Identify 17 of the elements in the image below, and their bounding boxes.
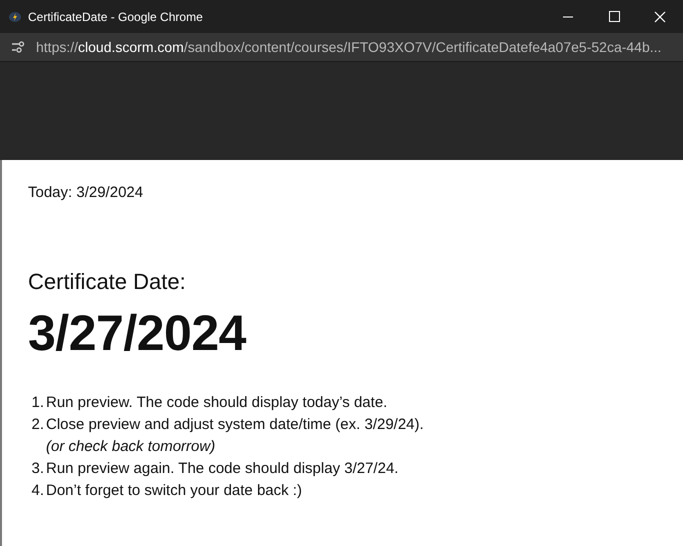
certificate-date: 3/27/2024 xyxy=(28,308,248,358)
certificate-heading: Certificate Date: xyxy=(28,268,187,296)
step-text: Close preview and adjust system date/time (ex. 3/29/24). xyxy=(46,414,424,434)
maximize-icon xyxy=(608,11,620,22)
step-number: 2. xyxy=(30,414,44,434)
close-icon xyxy=(654,10,666,22)
step-note: (or check back tomorrow) xyxy=(46,436,216,456)
cloud-bolt-icon xyxy=(8,10,22,24)
step-number: 3. xyxy=(30,458,44,478)
step-text: Run preview again. The code should display 3/27/24. xyxy=(46,458,398,478)
step-text: Don’t forget to switch your date back :) xyxy=(46,480,302,500)
window-title: CertificateDate - Google Chrome xyxy=(28,8,203,26)
site-settings-icon[interactable] xyxy=(11,41,25,53)
today-date: Today: 3/29/2024 xyxy=(28,183,144,203)
step-text: Run preview. The code should display today’s date. xyxy=(46,392,388,412)
step-number: 1. xyxy=(30,392,44,412)
step-number: 4. xyxy=(30,480,44,500)
